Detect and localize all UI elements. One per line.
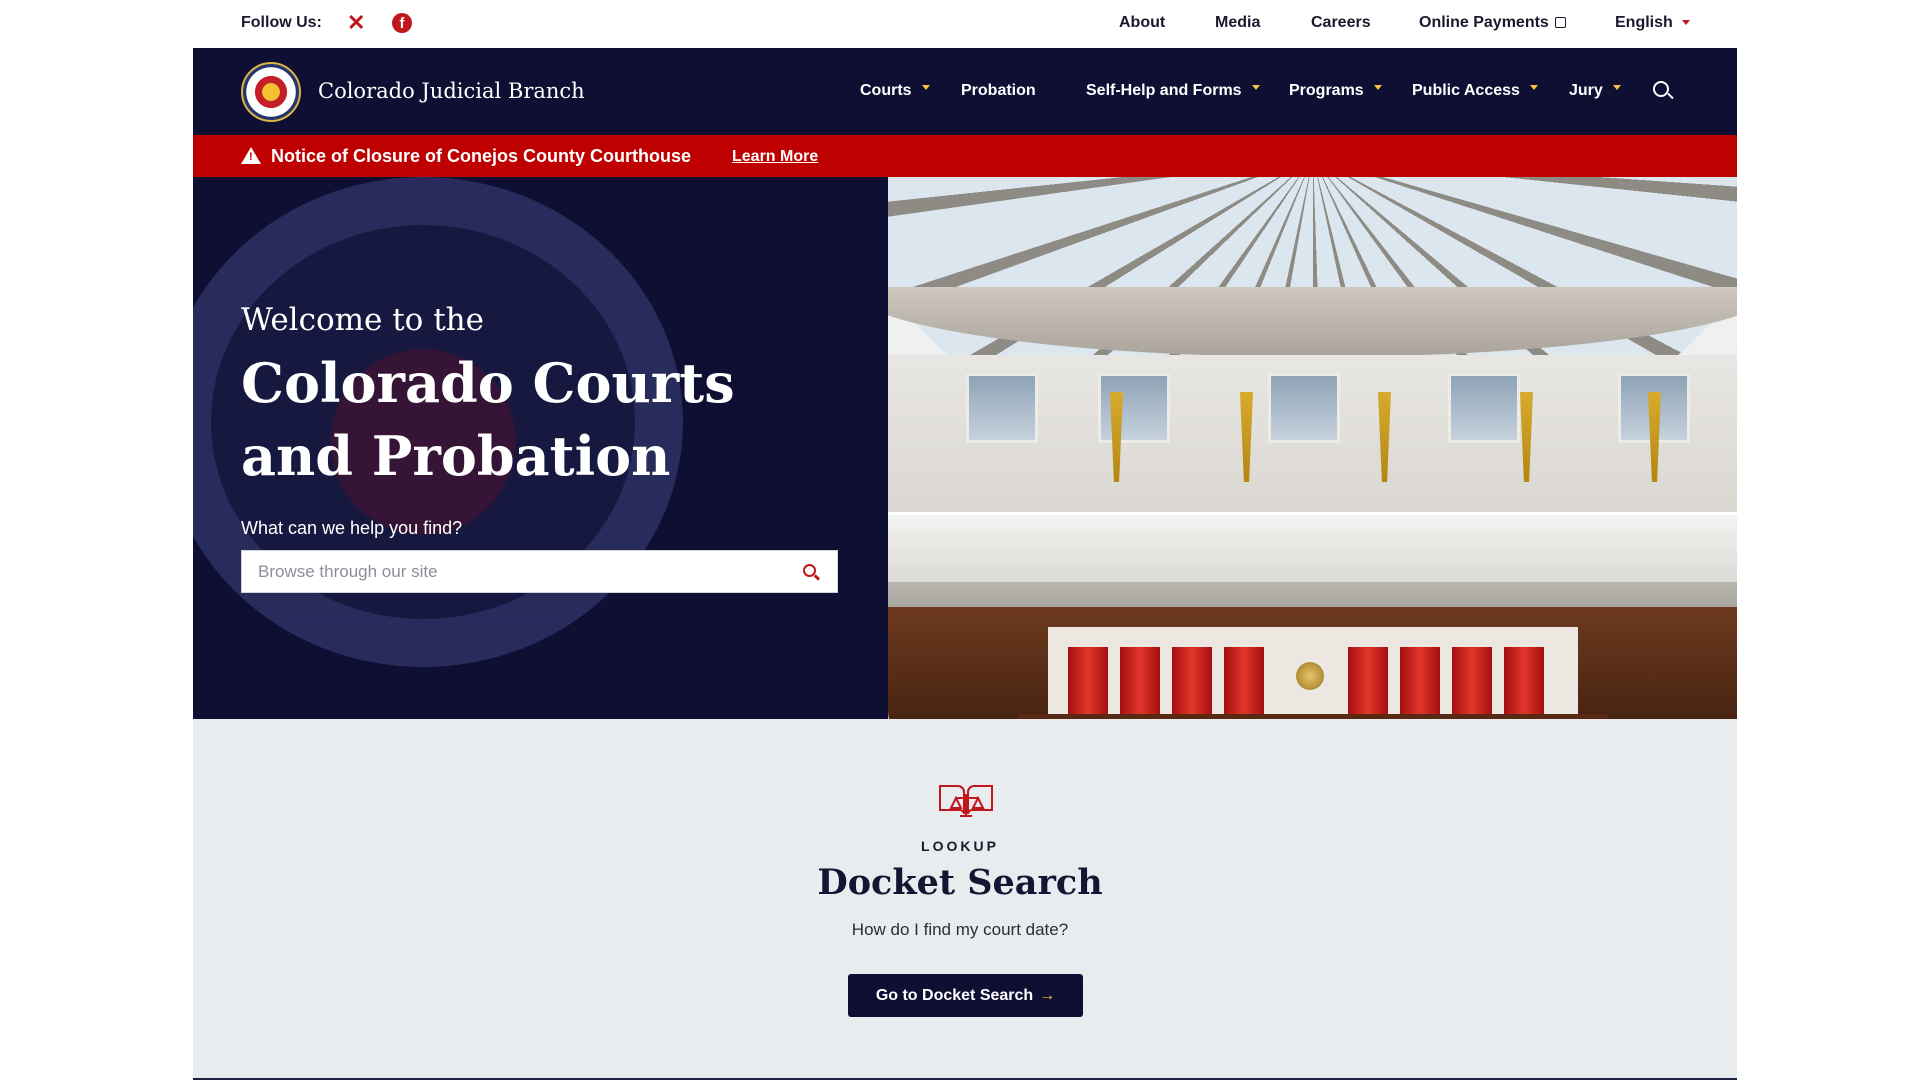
- colorado-courts-seal-logo[interactable]: [241, 62, 301, 122]
- page: Follow Us: ✕ f About Media Careers Onlin…: [0, 0, 1920, 1080]
- nav-item-label: Courts: [860, 82, 912, 99]
- red-curtain: [1348, 647, 1388, 719]
- courtroom-rotunda-photo: [888, 177, 1737, 754]
- window: [1268, 373, 1340, 443]
- nav-item-label: Public Access: [1412, 82, 1520, 99]
- nav-item-label: Jury: [1569, 82, 1603, 99]
- nav-item-label: Probation: [961, 82, 1036, 99]
- chevron-down-icon: [1251, 85, 1260, 90]
- red-curtain: [1504, 647, 1544, 719]
- chevron-down-icon: [1373, 85, 1382, 90]
- search-prompt: What can we help you find?: [241, 518, 463, 538]
- nav-item-label: Programs: [1289, 82, 1364, 99]
- online-payments-link[interactable]: Online Payments: [1419, 14, 1566, 32]
- online-payments-label: Online Payments: [1419, 14, 1549, 31]
- section-title: Docket Search: [817, 862, 1103, 903]
- red-curtain: [1224, 647, 1264, 719]
- external-link-icon: [1554, 17, 1566, 28]
- site-search-input[interactable]: [242, 551, 782, 592]
- utility-bar: Follow Us: ✕ f About Media Careers Onlin…: [0, 0, 1920, 48]
- nav-item-probation[interactable]: Probation: [961, 82, 1036, 100]
- search-icon[interactable]: [803, 564, 816, 577]
- window: [1098, 373, 1170, 443]
- balcony: [888, 512, 1737, 582]
- site-search-box: [241, 550, 838, 593]
- hero-welcome: Welcome to the: [241, 302, 484, 338]
- nav-item-label: Self-Help and Forms: [1086, 82, 1242, 99]
- language-select[interactable]: English: [1615, 14, 1690, 32]
- hero-title: Colorado Courts and Probation: [241, 351, 735, 488]
- alert-message: Notice of Closure of Conejos County Cour…: [271, 146, 692, 166]
- chevron-down-icon: [1612, 85, 1621, 90]
- about-link[interactable]: About: [1119, 14, 1165, 32]
- red-curtain: [1068, 647, 1108, 719]
- follow-us-label: Follow Us:: [241, 14, 322, 31]
- main-navigation: Colorado Judicial Branch Courts Probatio…: [193, 48, 1737, 135]
- learn-more-link[interactable]: Learn More: [732, 148, 818, 166]
- red-curtain: [1452, 647, 1492, 719]
- x-icon[interactable]: ✕: [347, 12, 369, 34]
- court-seal-emblem: [1296, 662, 1324, 690]
- hero-section: Welcome to the Colorado Courts and Proba…: [193, 177, 888, 719]
- red-curtain: [1172, 647, 1212, 719]
- closure-alert-banner: ! Notice of Closure of Conejos County Co…: [193, 135, 1737, 177]
- section-subtitle: How do I find my court date?: [851, 920, 1069, 939]
- nav-item-self-help-and-forms[interactable]: Self-Help and Forms: [1086, 82, 1260, 100]
- law-book-scales-icon: [939, 785, 993, 817]
- facebook-icon[interactable]: f: [392, 13, 412, 33]
- warning-icon: !: [241, 147, 261, 164]
- window: [966, 373, 1038, 443]
- chevron-down-icon: [921, 85, 930, 90]
- nav-item-jury[interactable]: Jury: [1569, 82, 1621, 100]
- chevron-down-icon: [1681, 20, 1690, 25]
- careers-link[interactable]: Careers: [1311, 14, 1371, 32]
- search-icon[interactable]: [1653, 81, 1669, 97]
- brand-name[interactable]: Colorado Judicial Branch: [318, 79, 585, 103]
- language-label: English: [1615, 14, 1673, 31]
- arrow-right-icon: →: [1039, 987, 1056, 1004]
- button-label: Go to Docket Search: [875, 987, 1034, 1004]
- media-link[interactable]: Media: [1215, 14, 1260, 32]
- go-to-docket-search-button[interactable]: Go to Docket Search →: [848, 974, 1083, 1017]
- red-curtain: [1400, 647, 1440, 719]
- chevron-down-icon: [1529, 85, 1538, 90]
- window: [1448, 373, 1520, 443]
- section-eyebrow: LOOKUP: [921, 838, 999, 854]
- nav-item-courts[interactable]: Courts: [860, 82, 930, 100]
- red-curtain: [1120, 647, 1160, 719]
- nav-item-programs[interactable]: Programs: [1289, 82, 1382, 100]
- nav-item-public-access[interactable]: Public Access: [1412, 82, 1538, 100]
